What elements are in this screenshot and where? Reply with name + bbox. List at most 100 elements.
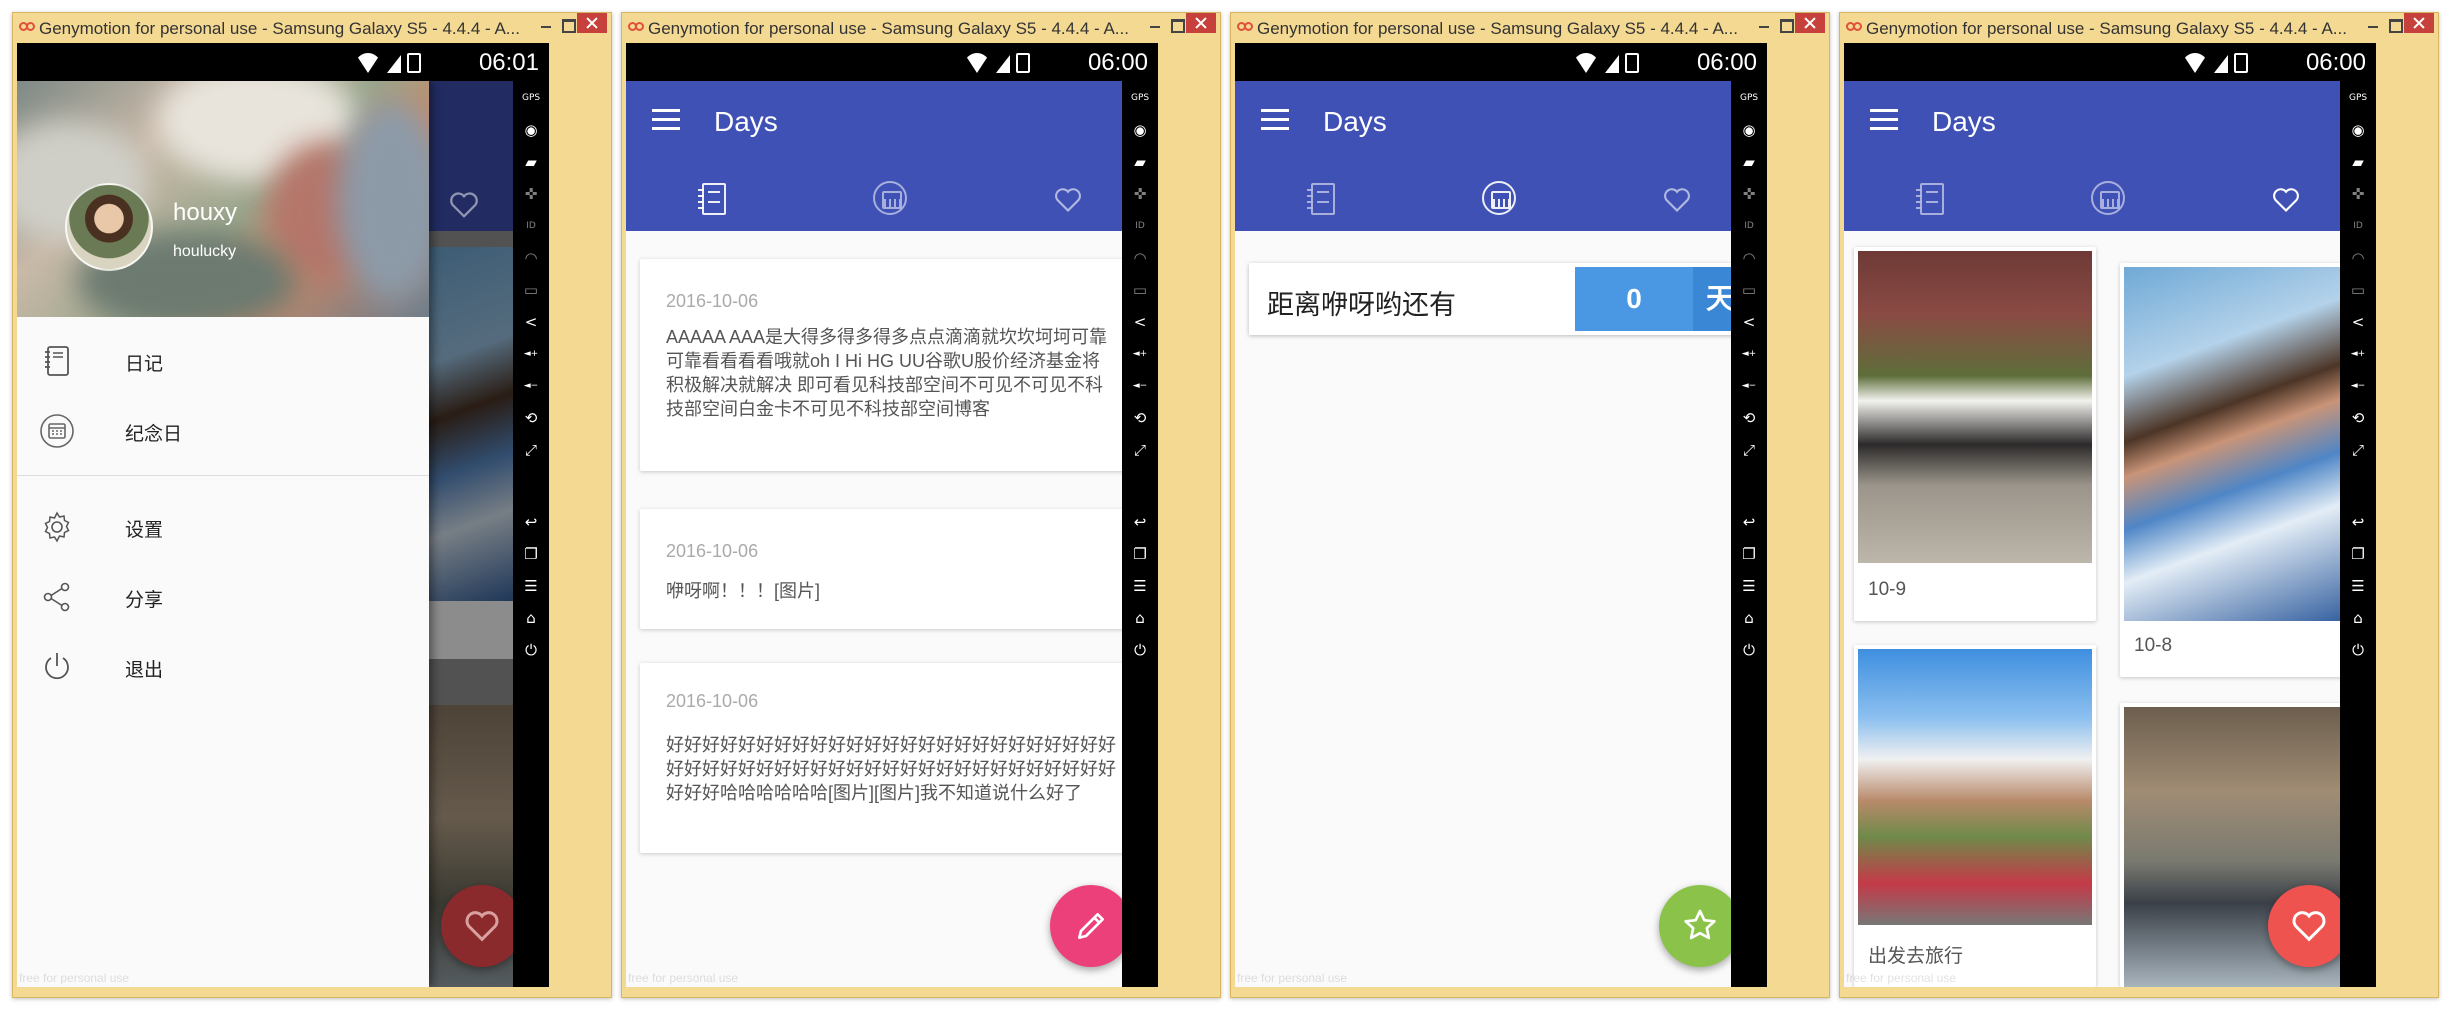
sms-icon[interactable]: ▭ bbox=[1740, 281, 1758, 299]
maximize-button[interactable] bbox=[559, 15, 577, 35]
minimize-button[interactable] bbox=[533, 15, 559, 35]
countdown-card[interactable]: 距离咿呀哟还有 0 天 bbox=[1249, 263, 1751, 335]
id-icon[interactable]: ID bbox=[522, 217, 540, 235]
tab-favorites[interactable] bbox=[2264, 177, 2308, 221]
share-icon[interactable]: < bbox=[2349, 313, 2367, 331]
rotate-icon[interactable]: ⟲ bbox=[2349, 409, 2367, 427]
rotate-icon[interactable]: ⟲ bbox=[522, 409, 540, 427]
recent-apps-icon[interactable]: ❐ bbox=[1740, 545, 1758, 563]
minimize-button[interactable] bbox=[1751, 15, 1777, 35]
photo-card[interactable]: 10-8 bbox=[2120, 263, 2362, 677]
avatar[interactable] bbox=[65, 183, 153, 271]
close-button[interactable] bbox=[2404, 13, 2434, 33]
diary-card[interactable]: 2016-10-06 AAAAA AAA是大得多得多得多点点滴滴就坎坎坷坷可靠可… bbox=[640, 259, 1142, 471]
favorite-fab[interactable] bbox=[2268, 885, 2350, 967]
maximize-button[interactable] bbox=[1168, 15, 1186, 35]
camera-icon[interactable]: ▰ bbox=[1740, 153, 1758, 171]
add-anniversary-fab[interactable] bbox=[1659, 885, 1741, 967]
minimize-button[interactable] bbox=[1142, 15, 1168, 35]
sms-icon[interactable]: ▭ bbox=[522, 281, 540, 299]
webcam-icon[interactable]: ◉ bbox=[2349, 121, 2367, 139]
webcam-icon[interactable]: ◉ bbox=[1131, 121, 1149, 139]
close-button[interactable] bbox=[1795, 13, 1825, 33]
menu-icon[interactable]: ☰ bbox=[2349, 577, 2367, 595]
tab-favorites[interactable] bbox=[1655, 177, 1699, 221]
share-icon[interactable]: < bbox=[522, 313, 540, 331]
diary-card[interactable]: 2016-10-06 咿呀啊！！！[图片] bbox=[640, 509, 1142, 629]
menu-icon[interactable] bbox=[1870, 109, 1898, 131]
dpad-icon[interactable]: ✜ bbox=[2349, 185, 2367, 203]
dpad-icon[interactable]: ✜ bbox=[522, 185, 540, 203]
rss-icon[interactable]: ◠ bbox=[1740, 249, 1758, 267]
power-icon[interactable]: ⏻ bbox=[2349, 641, 2367, 659]
maximize-button[interactable] bbox=[1777, 15, 1795, 35]
scale-icon[interactable]: ⤢ bbox=[522, 441, 540, 459]
sms-icon[interactable]: ▭ bbox=[2349, 281, 2367, 299]
recent-apps-icon[interactable]: ❐ bbox=[1131, 545, 1149, 563]
dpad-icon[interactable]: ✜ bbox=[1131, 185, 1149, 203]
back-icon[interactable]: ↩ bbox=[1131, 513, 1149, 531]
share-icon[interactable]: < bbox=[1740, 313, 1758, 331]
volume-down-icon[interactable]: ◄− bbox=[2349, 377, 2367, 395]
share-icon[interactable]: < bbox=[1131, 313, 1149, 331]
home-icon[interactable]: ⌂ bbox=[522, 609, 540, 627]
volume-up-icon[interactable]: ◄+ bbox=[522, 345, 540, 363]
tab-anniversary[interactable] bbox=[1478, 177, 1522, 221]
close-button[interactable] bbox=[577, 13, 607, 33]
minimize-button[interactable] bbox=[2360, 15, 2386, 35]
recent-apps-icon[interactable]: ❐ bbox=[2349, 545, 2367, 563]
tab-anniversary[interactable] bbox=[2087, 177, 2131, 221]
home-icon[interactable]: ⌂ bbox=[2349, 609, 2367, 627]
volume-up-icon[interactable]: ◄+ bbox=[1740, 345, 1758, 363]
tab-diary[interactable] bbox=[692, 177, 736, 221]
webcam-icon[interactable]: ◉ bbox=[522, 121, 540, 139]
camera-icon[interactable]: ▰ bbox=[522, 153, 540, 171]
close-button[interactable] bbox=[1186, 13, 1216, 33]
photo-card[interactable]: 10-9 bbox=[1854, 247, 2096, 621]
home-icon[interactable]: ⌂ bbox=[1131, 609, 1149, 627]
tab-diary[interactable] bbox=[1910, 177, 1954, 221]
id-icon[interactable]: ID bbox=[1131, 217, 1149, 235]
rotate-icon[interactable]: ⟲ bbox=[1740, 409, 1758, 427]
drawer-item-settings[interactable]: 设置 bbox=[17, 495, 429, 559]
power-icon[interactable]: ⏻ bbox=[1131, 641, 1149, 659]
rss-icon[interactable]: ◠ bbox=[522, 249, 540, 267]
drawer-item-logout[interactable]: 退出 bbox=[17, 635, 429, 699]
favorite-fab[interactable] bbox=[441, 885, 523, 967]
camera-icon[interactable]: ▰ bbox=[2349, 153, 2367, 171]
menu-icon[interactable]: ☰ bbox=[522, 577, 540, 595]
drawer-item-share[interactable]: 分享 bbox=[17, 565, 429, 629]
rotate-icon[interactable]: ⟲ bbox=[1131, 409, 1149, 427]
sms-icon[interactable]: ▭ bbox=[1131, 281, 1149, 299]
tab-diary[interactable] bbox=[1301, 177, 1345, 221]
menu-icon[interactable]: ☰ bbox=[1131, 577, 1149, 595]
back-icon[interactable]: ↩ bbox=[522, 513, 540, 531]
new-diary-fab[interactable] bbox=[1050, 885, 1132, 967]
menu-icon[interactable] bbox=[652, 109, 680, 131]
id-icon[interactable]: ID bbox=[1740, 217, 1758, 235]
volume-down-icon[interactable]: ◄− bbox=[522, 377, 540, 395]
drawer-item-diary[interactable]: 日记 bbox=[17, 329, 429, 393]
camera-icon[interactable]: ▰ bbox=[1131, 153, 1149, 171]
rss-icon[interactable]: ◠ bbox=[1131, 249, 1149, 267]
recent-apps-icon[interactable]: ❐ bbox=[522, 545, 540, 563]
scale-icon[interactable]: ⤢ bbox=[2349, 441, 2367, 459]
id-icon[interactable]: ID bbox=[2349, 217, 2367, 235]
back-icon[interactable]: ↩ bbox=[1740, 513, 1758, 531]
photo-card[interactable]: 出发去旅行 bbox=[1854, 645, 2096, 987]
volume-down-icon[interactable]: ◄− bbox=[1131, 377, 1149, 395]
maximize-button[interactable] bbox=[2386, 15, 2404, 35]
gps-icon[interactable]: GPS bbox=[1740, 89, 1758, 107]
menu-icon[interactable]: ☰ bbox=[1740, 577, 1758, 595]
webcam-icon[interactable]: ◉ bbox=[1740, 121, 1758, 139]
gps-icon[interactable]: GPS bbox=[1131, 89, 1149, 107]
scale-icon[interactable]: ⤢ bbox=[1740, 441, 1758, 459]
tab-anniversary[interactable] bbox=[869, 177, 913, 221]
dpad-icon[interactable]: ✜ bbox=[1740, 185, 1758, 203]
rss-icon[interactable]: ◠ bbox=[2349, 249, 2367, 267]
tab-favorites[interactable] bbox=[1046, 177, 1090, 221]
back-icon[interactable]: ↩ bbox=[2349, 513, 2367, 531]
menu-icon[interactable] bbox=[1261, 109, 1289, 131]
power-icon[interactable]: ⏻ bbox=[1740, 641, 1758, 659]
home-icon[interactable]: ⌂ bbox=[1740, 609, 1758, 627]
